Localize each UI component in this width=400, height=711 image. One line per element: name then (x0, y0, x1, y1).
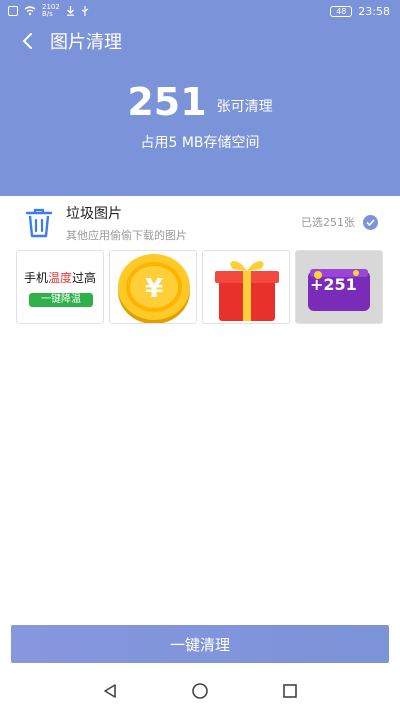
gift-box-icon (215, 260, 279, 321)
download-icon (66, 6, 74, 16)
nav-back-button[interactable] (100, 681, 120, 701)
back-button[interactable] (14, 28, 40, 54)
group-subtitle: 其他应用偷偷下载的图片 (66, 229, 187, 242)
image-thumbnail[interactable] (202, 250, 290, 324)
thumb-ad-button: 一键降温 (29, 293, 93, 307)
notification-icon (8, 6, 18, 16)
nav-home-button[interactable] (190, 681, 210, 701)
one-click-clean-button[interactable]: 一键清理 (11, 625, 389, 663)
battery-indicator: 48 (330, 5, 353, 17)
page-title: 图片清理 (50, 32, 122, 53)
coin-bag-label: +251 (310, 275, 357, 294)
count-unit: 张可清理 (216, 99, 273, 115)
back-arrow-icon (22, 33, 32, 49)
selected-count-text: 已选251张 (301, 216, 355, 229)
nav-recents-button[interactable] (280, 681, 300, 701)
network-speed: 2102 B/s (42, 3, 60, 18)
wifi-icon (24, 6, 36, 16)
count-row: 251 张可清理 (0, 82, 400, 122)
clean-summary: 251 张可清理 占用5 MB存储空间 (0, 82, 400, 152)
image-thumbnail[interactable]: ¥ (109, 250, 197, 324)
storage-usage-text: 占用5 MB存储空间 (140, 135, 260, 151)
selected-info: 已选251张 (301, 214, 378, 230)
circle-home-icon (192, 683, 208, 699)
header: 2102 B/s 48 23:58 图片清理 251 张可清理 占用5 MB存储空… (0, 0, 400, 196)
system-nav-bar (0, 671, 400, 711)
image-thumbnail[interactable]: +251 (295, 250, 383, 324)
group-text: 垃圾图片 其他应用偷偷下载的图片 (66, 203, 187, 243)
cleanable-count: 251 (127, 80, 207, 124)
status-bar: 2102 B/s 48 23:58 (0, 0, 400, 22)
trash-icon (22, 206, 56, 240)
usb-icon (81, 6, 89, 16)
gold-coin-icon: ¥ (118, 254, 190, 323)
title-bar: 图片清理 (0, 22, 400, 60)
status-left: 2102 B/s (8, 4, 89, 18)
square-recents-icon (283, 684, 297, 698)
select-all-checkbox[interactable] (363, 214, 378, 230)
image-thumbnail[interactable]: 手机温度过高 一键降温 (16, 250, 104, 324)
check-icon (366, 218, 375, 226)
thumbnail-grid: 手机温度过高 一键降温 ¥ +251 (16, 250, 383, 324)
clock: 23:58 (358, 4, 390, 18)
group-title: 垃圾图片 (66, 206, 122, 222)
triangle-back-icon (104, 684, 116, 698)
status-right: 48 23:58 (330, 5, 390, 18)
coin-symbol: ¥ (145, 274, 163, 304)
thumb-ad-text: 手机温度过高 (23, 271, 97, 285)
junk-images-group-header[interactable]: 垃圾图片 其他应用偷偷下载的图片 已选251张 (0, 200, 400, 246)
